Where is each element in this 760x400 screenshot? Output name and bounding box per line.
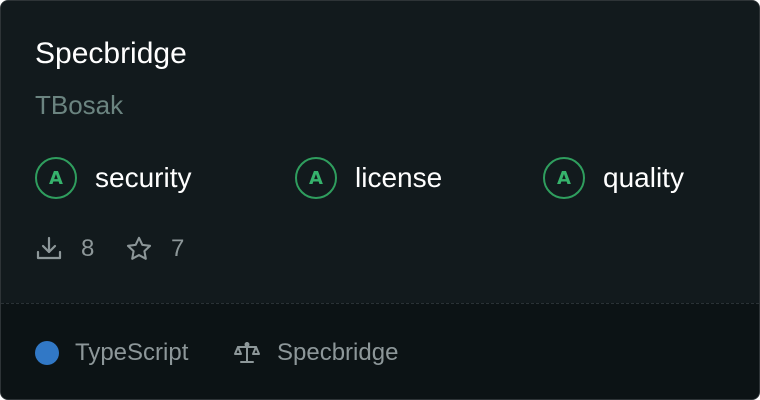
downloads-count: 8 — [81, 235, 95, 262]
card-body: Specbridge TBosak A security A license A… — [1, 1, 759, 301]
language-name: TypeScript — [75, 339, 189, 366]
language-info: TypeScript — [35, 336, 188, 370]
stars-stat: 7 — [125, 233, 184, 265]
package-name[interactable]: Specbridge — [35, 34, 187, 74]
license-info: Specbridge — [233, 336, 398, 370]
download-icon — [35, 235, 63, 263]
grade-badge-quality: A — [543, 157, 585, 199]
package-owner[interactable]: TBosak — [35, 87, 123, 123]
language-color-dot — [35, 341, 59, 365]
downloads-stat: 8 — [35, 233, 94, 265]
score-quality[interactable]: A quality — [543, 155, 684, 201]
score-license[interactable]: A license — [295, 155, 442, 201]
stars-count: 7 — [171, 235, 185, 262]
score-label-license: license — [355, 162, 443, 193]
score-label-security: security — [95, 162, 192, 193]
star-icon — [125, 235, 153, 263]
grade-badge-license: A — [295, 157, 337, 199]
card-footer: TypeScript Specbridge — [1, 303, 759, 399]
score-label-quality: quality — [603, 162, 684, 193]
grade-badge-security: A — [35, 157, 77, 199]
score-security[interactable]: A security — [35, 155, 191, 201]
package-card[interactable]: Specbridge TBosak A security A license A… — [0, 0, 760, 400]
license-name: Specbridge — [277, 339, 399, 366]
scale-icon — [233, 339, 261, 367]
